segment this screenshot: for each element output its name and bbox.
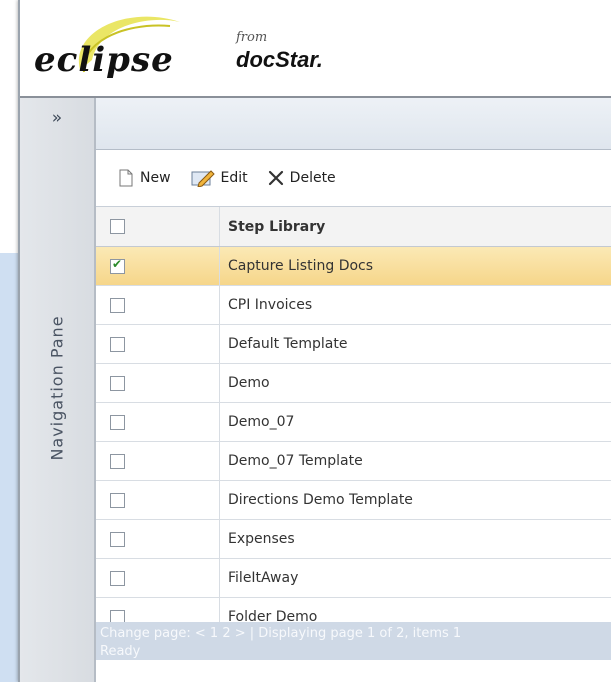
new-button-label: New xyxy=(140,170,171,186)
eclipse-logo: eclipse xyxy=(34,40,174,80)
content-topbar xyxy=(96,98,611,150)
table-row[interactable]: Demo_07 xyxy=(96,403,611,442)
pager-text[interactable]: Change page: < 1 2 > | Displaying page 1… xyxy=(100,626,461,641)
row-checkbox[interactable] xyxy=(110,453,125,469)
row-name[interactable]: CPI Invoices xyxy=(220,297,312,313)
table-row[interactable]: CPI Invoices xyxy=(96,286,611,325)
delete-button-label: Delete xyxy=(289,170,336,186)
select-all-checkbox[interactable] xyxy=(110,219,125,234)
row-checkbox[interactable] xyxy=(110,570,125,586)
row-checkbox[interactable] xyxy=(110,297,125,313)
edit-button-label: Edit xyxy=(220,170,248,186)
row-name[interactable]: Demo xyxy=(220,375,270,391)
navigation-pane-label[interactable]: Navigation Pane xyxy=(48,315,67,460)
table-row[interactable]: Demo_07 Template xyxy=(96,442,611,481)
expand-nav-button[interactable]: » xyxy=(20,98,94,138)
grid-header-row: Step Library xyxy=(96,207,611,247)
table-row[interactable]: Capture Listing Docs xyxy=(96,247,611,286)
navigation-pane: » Navigation Pane xyxy=(20,98,95,682)
row-checkbox[interactable] xyxy=(110,492,125,508)
row-name[interactable]: Directions Demo Template xyxy=(220,492,413,508)
row-name[interactable]: Demo_07 xyxy=(220,414,294,430)
delete-x-icon xyxy=(268,170,283,186)
table-row[interactable]: Demo xyxy=(96,364,611,403)
delete-button[interactable]: Delete xyxy=(268,170,336,186)
row-name[interactable]: Capture Listing Docs xyxy=(220,258,373,274)
content-panel: New Edit Delete Step Library ✔ Capture L… xyxy=(94,98,611,682)
app-header: eclipse from docStar. xyxy=(20,0,611,98)
app-window: eclipse from docStar. » Navigation Pane … xyxy=(18,0,611,682)
table-row[interactable]: FileItAway xyxy=(96,559,611,598)
edit-button[interactable]: Edit xyxy=(191,169,248,187)
row-checkbox[interactable] xyxy=(110,375,125,391)
row-checkbox[interactable] xyxy=(110,531,125,547)
toolbar: New Edit Delete xyxy=(96,150,611,207)
status-text: Ready xyxy=(100,644,141,659)
row-name[interactable]: FileItAway xyxy=(220,570,298,586)
row-name[interactable]: Expenses xyxy=(220,531,295,547)
row-checkbox[interactable] xyxy=(110,336,125,352)
edit-pencil-icon xyxy=(191,170,215,187)
row-name[interactable]: Demo_07 Template xyxy=(220,453,363,469)
new-document-icon xyxy=(119,169,133,187)
new-button[interactable]: New xyxy=(118,169,171,187)
table-row[interactable]: Expenses xyxy=(96,520,611,559)
select-all-cell xyxy=(96,207,220,246)
row-checkbox[interactable] xyxy=(110,414,125,430)
row-name[interactable]: Default Template xyxy=(220,336,348,352)
step-library-grid: Step Library Capture Listing Docs CPI In… xyxy=(96,207,611,637)
desktop-backdrop xyxy=(0,253,20,682)
row-checkbox[interactable] xyxy=(110,257,125,274)
table-row[interactable]: Default Template xyxy=(96,325,611,364)
docstar-logo: docStar. xyxy=(236,47,323,72)
table-row[interactable]: Directions Demo Template xyxy=(96,481,611,520)
logo-from-text: from xyxy=(236,30,268,45)
column-header-step-library[interactable]: Step Library xyxy=(220,219,325,235)
